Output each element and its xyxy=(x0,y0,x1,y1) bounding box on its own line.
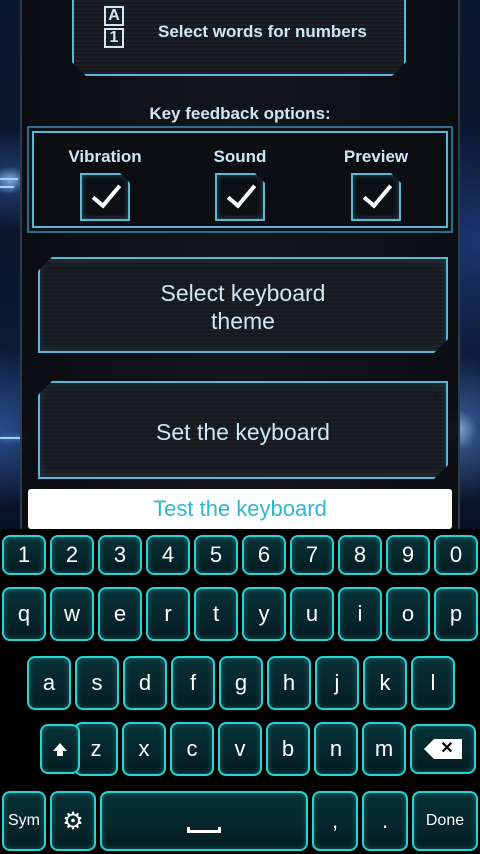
letter-key-m[interactable]: m xyxy=(362,722,406,776)
letter-key-x[interactable]: x xyxy=(122,722,166,776)
done-key[interactable]: Done xyxy=(412,791,478,851)
settings-key[interactable]: ⚙ xyxy=(50,791,96,851)
light-streak xyxy=(0,186,14,188)
number-key-2[interactable]: 2 xyxy=(50,535,94,575)
checkmark-icon xyxy=(92,177,121,208)
shift-icon xyxy=(53,743,67,756)
preview-option: Preview xyxy=(321,147,431,221)
key-feedback-title: Key feedback options: xyxy=(149,104,331,123)
set-keyboard-button[interactable]: Set the keyboard xyxy=(38,381,448,479)
number-key-4[interactable]: 4 xyxy=(146,535,190,575)
letter-key-u[interactable]: u xyxy=(290,587,334,641)
select-theme-line2: theme xyxy=(211,308,275,334)
test-keyboard-input[interactable]: Test the keyboard xyxy=(28,489,452,529)
set-keyboard-label: Set the keyboard xyxy=(156,419,330,445)
light-streak xyxy=(0,178,18,180)
checkmark-icon xyxy=(363,177,392,208)
letter-key-g[interactable]: g xyxy=(219,656,263,710)
letter-key-y[interactable]: y xyxy=(242,587,286,641)
number-key-9[interactable]: 9 xyxy=(386,535,430,575)
number-key-7[interactable]: 7 xyxy=(290,535,334,575)
sound-label: Sound xyxy=(213,147,267,166)
letter-key-h[interactable]: h xyxy=(267,656,311,710)
space-key[interactable] xyxy=(100,791,308,851)
checkmark-icon xyxy=(227,177,256,208)
letter-key-v[interactable]: v xyxy=(218,722,262,776)
shift-key[interactable] xyxy=(40,724,80,774)
select-words-label: Select words for numbers xyxy=(158,22,367,41)
sound-option: Sound xyxy=(185,147,295,221)
letter-key-f[interactable]: f xyxy=(171,656,215,710)
preview-checkbox[interactable] xyxy=(351,173,401,221)
letter-key-r[interactable]: r xyxy=(146,587,190,641)
vibration-option: Vibration xyxy=(50,147,160,221)
vibration-checkbox[interactable] xyxy=(80,173,130,221)
letter-key-l[interactable]: l xyxy=(411,656,455,710)
vibration-label: Vibration xyxy=(68,147,142,166)
icon-digit-1: 1 xyxy=(104,28,124,48)
icon-letter-a: A xyxy=(104,6,124,26)
number-key-0[interactable]: 0 xyxy=(434,535,478,575)
letter-key-c[interactable]: c xyxy=(170,722,214,776)
select-keyboard-theme-button[interactable]: Select keyboard theme xyxy=(38,257,448,353)
letter-key-n[interactable]: n xyxy=(314,722,358,776)
letter-key-w[interactable]: w xyxy=(50,587,94,641)
delete-key[interactable]: ✕ xyxy=(410,724,476,774)
backspace-icon: ✕ xyxy=(424,739,462,759)
letter-key-e[interactable]: e xyxy=(98,587,142,641)
letter-key-d[interactable]: d xyxy=(123,656,167,710)
preview-label: Preview xyxy=(343,147,409,166)
letter-key-b[interactable]: b xyxy=(266,722,310,776)
gear-icon: ⚙ xyxy=(62,807,84,835)
select-theme-line1: Select keyboard xyxy=(160,280,326,306)
space-icon xyxy=(187,827,221,833)
key-feedback-options: Vibration Sound Preview xyxy=(32,131,448,228)
letter-key-p[interactable]: p xyxy=(434,587,478,641)
number-key-8[interactable]: 8 xyxy=(338,535,382,575)
letter-key-j[interactable]: j xyxy=(315,656,359,710)
letter-key-o[interactable]: o xyxy=(386,587,430,641)
period-key[interactable]: . xyxy=(362,791,408,851)
letters-numbers-icon: A 1 xyxy=(104,6,126,50)
letter-key-z[interactable]: z xyxy=(74,722,118,776)
number-key-3[interactable]: 3 xyxy=(98,535,142,575)
comma-key[interactable]: , xyxy=(312,791,358,851)
letter-key-s[interactable]: s xyxy=(75,656,119,710)
number-key-1[interactable]: 1 xyxy=(2,535,46,575)
letter-key-i[interactable]: i xyxy=(338,587,382,641)
number-key-5[interactable]: 5 xyxy=(194,535,238,575)
letter-key-k[interactable]: k xyxy=(363,656,407,710)
sym-key[interactable]: Sym xyxy=(2,791,46,851)
keyboard: 1234567890 qwertyuiop asdfghjkl zxcvbnm … xyxy=(0,529,480,854)
letter-key-a[interactable]: a xyxy=(27,656,71,710)
letter-key-t[interactable]: t xyxy=(194,587,238,641)
number-key-6[interactable]: 6 xyxy=(242,535,286,575)
letter-key-q[interactable]: q xyxy=(2,587,46,641)
sound-checkbox[interactable] xyxy=(215,173,265,221)
